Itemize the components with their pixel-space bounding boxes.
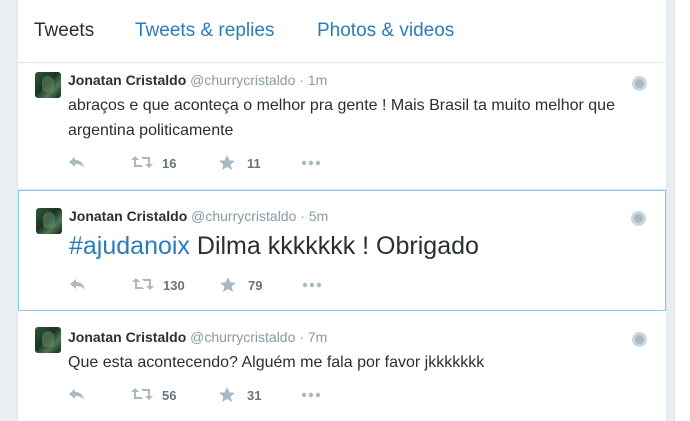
tweet-text: #ajudanoix Dilma kkkkkkk ! Obrigado	[69, 231, 649, 261]
globe-icon[interactable]	[632, 76, 647, 91]
star-icon[interactable]	[218, 386, 236, 404]
author-name[interactable]: Jonatan Cristaldo	[68, 72, 186, 88]
tweet-actions: 56 31	[68, 386, 468, 406]
tweet-text-body: Dilma kkkkkkk ! Obrigado	[189, 232, 479, 260]
tweet-timestamp[interactable]: 1m	[308, 72, 327, 88]
favorite-count[interactable]: 11	[247, 156, 261, 171]
tab-tweets[interactable]: Tweets	[34, 20, 94, 42]
more-icon[interactable]	[302, 282, 322, 288]
globe-icon[interactable]	[632, 332, 647, 347]
author-handle[interactable]: @churrycristaldo	[190, 72, 295, 88]
favorite-count[interactable]: 31	[247, 388, 261, 403]
tab-photos-and-videos[interactable]: Photos & videos	[317, 20, 454, 42]
tweet[interactable]: Jonatan Cristaldo @churrycristaldo · 7m …	[18, 318, 666, 421]
more-icon[interactable]	[301, 392, 321, 398]
retweet-icon[interactable]	[132, 276, 154, 292]
retweet-icon[interactable]	[131, 154, 153, 170]
timeline-panel: Tweets Tweets & replies Photos & videos …	[17, 0, 667, 421]
star-icon[interactable]	[219, 276, 237, 294]
star-icon[interactable]	[218, 154, 236, 172]
retweet-count[interactable]: 130	[163, 278, 185, 293]
favorite-count[interactable]: 79	[248, 278, 262, 293]
tweet-actions: 16 11	[68, 154, 468, 174]
retweet-count[interactable]: 56	[162, 388, 176, 403]
avatar[interactable]	[35, 72, 61, 98]
right-sidebar-edge	[674, 0, 690, 421]
tweet-header: Jonatan Cristaldo @churrycristaldo · 7m	[68, 329, 327, 345]
tweet-header: Jonatan Cristaldo @churrycristaldo · 1m	[68, 72, 327, 88]
tweet-text: abraços e que aconteça o melhor pra gent…	[68, 97, 615, 139]
tab-tweets-and-replies[interactable]: Tweets & replies	[135, 20, 274, 42]
retweet-icon[interactable]	[131, 386, 153, 402]
reply-icon[interactable]	[68, 386, 86, 402]
tweet-timestamp[interactable]: 5m	[309, 208, 328, 224]
time-separator: ·	[299, 72, 304, 88]
profile-tabs: Tweets Tweets & replies Photos & videos	[18, 0, 666, 63]
more-icon[interactable]	[301, 160, 321, 166]
tweet[interactable]: Jonatan Cristaldo @churrycristaldo · 1m …	[18, 63, 666, 190]
hashtag-link[interactable]: #ajudanoix	[69, 232, 190, 260]
globe-icon[interactable]	[631, 211, 646, 226]
tweet-header: Jonatan Cristaldo @churrycristaldo · 5m	[69, 208, 328, 224]
time-separator: ·	[299, 329, 304, 345]
tweet-timestamp[interactable]: 7m	[308, 329, 327, 345]
author-name[interactable]: Jonatan Cristaldo	[69, 208, 187, 224]
avatar[interactable]	[35, 327, 61, 353]
reply-icon[interactable]	[68, 154, 86, 170]
retweet-count[interactable]: 16	[162, 156, 176, 171]
tweet[interactable]: Jonatan Cristaldo @churrycristaldo · 5m …	[18, 190, 666, 311]
tweet-actions: 130 79	[69, 276, 469, 296]
time-separator: ·	[300, 208, 305, 224]
author-handle[interactable]: @churrycristaldo	[191, 208, 296, 224]
author-name[interactable]: Jonatan Cristaldo	[68, 329, 186, 345]
avatar[interactable]	[36, 208, 62, 234]
tweet-text: Que esta acontecendo? Alguém me fala por…	[68, 354, 485, 371]
author-handle[interactable]: @churrycristaldo	[190, 329, 295, 345]
reply-icon[interactable]	[69, 276, 87, 292]
